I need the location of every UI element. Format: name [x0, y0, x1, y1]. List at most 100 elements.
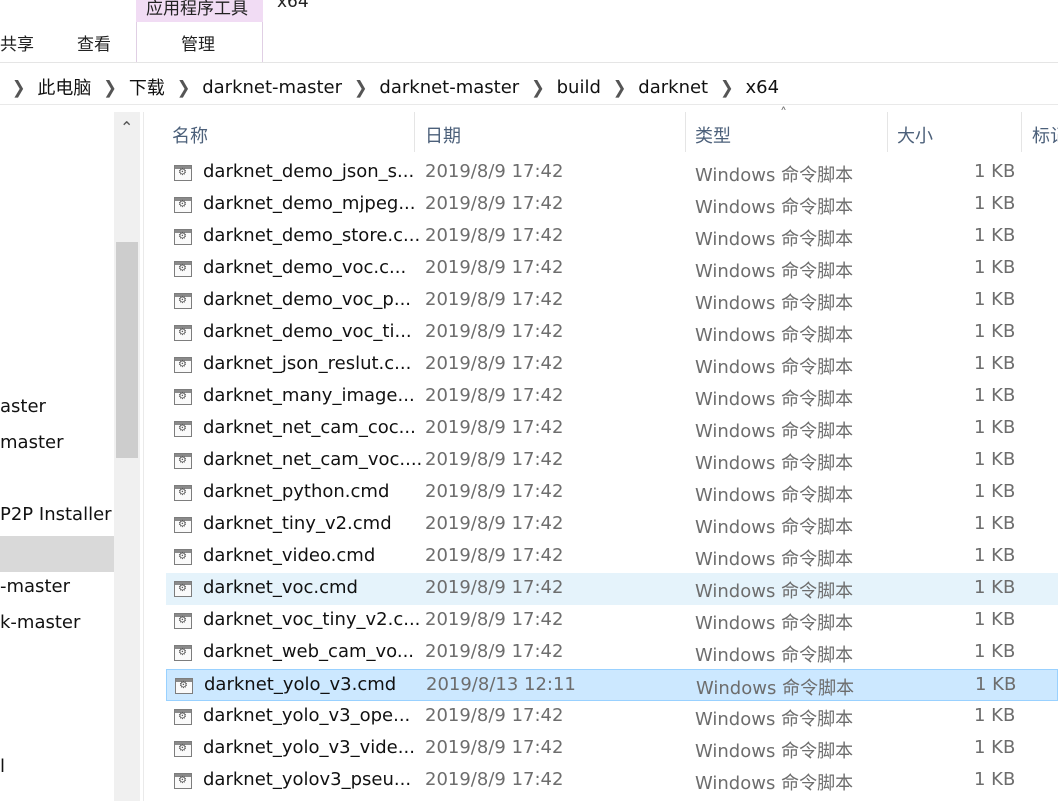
column-header-name[interactable]: 名称: [172, 122, 208, 148]
column-header-date[interactable]: 日期: [425, 122, 461, 148]
nav-item[interactable]: -master: [0, 576, 70, 597]
breadcrumb-item[interactable]: build: [557, 77, 601, 98]
chevron-right-icon[interactable]: ❯: [103, 77, 116, 98]
file-size: 1 KB: [974, 545, 1016, 566]
chevron-right-icon[interactable]: ❯: [177, 77, 190, 98]
nav-item[interactable]: k-master: [0, 612, 80, 633]
chevron-right-icon[interactable]: ❯: [613, 77, 626, 98]
file-size: 1 KB: [974, 385, 1016, 406]
file-name: darknet_demo_voc_p...: [203, 289, 412, 310]
file-name: darknet_voc.cmd: [203, 577, 358, 598]
breadcrumb-item[interactable]: darknet: [638, 77, 708, 98]
file-row[interactable]: darknet_python.cmd 2019/8/9 17:42 Windows …: [166, 477, 1058, 509]
file-date: 2019/8/9 17:42: [425, 321, 564, 342]
file-row[interactable]: darknet_yolo_v3_vide... 2019/8/9 17:42 Win…: [166, 733, 1058, 765]
file-row[interactable]: darknet_demo_voc_p... 2019/8/9 17:42 Windo…: [166, 285, 1058, 317]
file-row[interactable]: darknet_demo_json_s... 2019/8/9 17:42 Wind…: [166, 157, 1058, 189]
file-row[interactable]: darknet_web_cam_vo... 2019/8/9 17:42 Windo…: [166, 637, 1058, 669]
file-size: 1 KB: [974, 193, 1016, 214]
file-row[interactable]: darknet_voc.cmd 2019/8/9 17:42 Windows 命令脚…: [166, 573, 1058, 605]
file-name: darknet_yolov3_pseu...: [203, 769, 412, 790]
nav-item-selected[interactable]: master: [0, 432, 63, 453]
file-type: Windows 命令脚本: [695, 517, 854, 538]
file-size: 1 KB: [974, 609, 1016, 630]
script-file-icon: [174, 293, 192, 309]
column-divider[interactable]: [887, 112, 888, 152]
chevron-right-icon[interactable]: ❯: [531, 77, 544, 98]
chevron-right-icon[interactable]: ❯: [12, 77, 25, 98]
column-divider[interactable]: [1021, 112, 1022, 152]
file-date: 2019/8/9 17:42: [425, 449, 564, 470]
file-date: 2019/8/9 17:42: [425, 609, 564, 630]
script-file-icon: [174, 485, 192, 501]
file-type: Windows 命令脚本: [695, 197, 854, 218]
file-date: 2019/8/9 17:42: [425, 545, 564, 566]
tab-view[interactable]: 查看: [77, 30, 111, 55]
nav-item[interactable]: P2P Installer: [0, 504, 112, 525]
file-name: darknet_many_image...: [203, 385, 415, 406]
breadcrumb-item[interactable]: darknet-master: [379, 77, 519, 98]
file-type: Windows 命令脚本: [695, 165, 854, 186]
file-row[interactable]: darknet_json_reslut.c... 2019/8/9 17:42 Wi…: [166, 349, 1058, 381]
script-file-icon: [174, 197, 192, 213]
file-row[interactable]: darknet_demo_store.c...2019/8/9 17:42 Win…: [166, 221, 1058, 253]
file-type: Windows 命令脚本: [695, 741, 854, 762]
file-type: Windows 命令脚本: [695, 261, 854, 282]
breadcrumb-item[interactable]: x64: [746, 77, 780, 98]
file-row[interactable]: darknet_video.cmd 2019/8/9 17:42 Windows 命…: [166, 541, 1058, 573]
file-row[interactable]: darknet_demo_voc_ti... 2019/8/9 17:42 Wind…: [166, 317, 1058, 349]
nav-selection-highlight: [0, 536, 114, 572]
file-row[interactable]: darknet_tiny_v2.cmd 2019/8/9 17:42 Windows…: [166, 509, 1058, 541]
file-row[interactable]: darknet_net_cam_coc... 2019/8/9 17:42 Wind…: [166, 413, 1058, 445]
tab-manage[interactable]: 管理: [181, 30, 215, 55]
file-size: 1 KB: [974, 353, 1016, 374]
nav-scrollbar[interactable]: ⌃: [114, 112, 140, 801]
breadcrumb-item[interactable]: 下载: [129, 74, 165, 100]
file-date: 2019/8/9 17:42: [425, 257, 564, 278]
script-file-icon: [174, 325, 192, 341]
script-file-icon: [174, 421, 192, 437]
file-row[interactable]: darknet_yolo_v3_ope... 2019/8/9 17:42 Wind…: [166, 701, 1058, 733]
breadcrumb-item[interactable]: 此电脑: [37, 74, 91, 100]
file-row[interactable]: darknet_many_image... 2019/8/9 17:42 Windo…: [166, 381, 1058, 413]
nav-scrollbar-thumb[interactable]: [116, 242, 138, 458]
file-row[interactable]: darknet_yolo_v3.cmd 2019/8/13 12:11 Window…: [166, 669, 1058, 701]
file-size: 1 KB: [974, 577, 1016, 598]
pane-divider[interactable]: [143, 112, 144, 801]
chevron-right-icon[interactable]: ❯: [354, 77, 367, 98]
file-name: darknet_net_cam_coc...: [203, 417, 416, 438]
nav-item[interactable]: l: [0, 756, 5, 777]
file-type: Windows 命令脚本: [695, 421, 854, 442]
column-header-type[interactable]: 类型: [695, 122, 731, 148]
column-divider[interactable]: [685, 112, 686, 152]
breadcrumb-item[interactable]: darknet-master: [202, 77, 342, 98]
column-header-tags[interactable]: 标记: [1032, 122, 1058, 148]
file-size: 1 KB: [974, 513, 1016, 534]
file-row[interactable]: darknet_net_cam_voc....2019/8/9 17:42 Win…: [166, 445, 1058, 477]
column-divider[interactable]: [414, 112, 415, 152]
file-row[interactable]: darknet_demo_mjpeg... 2019/8/9 17:42 Windo…: [166, 189, 1058, 221]
script-file-icon: [174, 741, 192, 757]
file-type: Windows 命令脚本: [696, 678, 855, 699]
file-date: 2019/8/9 17:42: [425, 193, 564, 214]
file-row[interactable]: darknet_yolov3_pseu... 2019/8/9 17:42 Wind…: [166, 765, 1058, 797]
file-date: 2019/8/9 17:42: [425, 417, 564, 438]
file-name: darknet_demo_mjpeg...: [203, 193, 416, 214]
file-row[interactable]: darknet_demo_voc.c... 2019/8/9 17:42 Windo…: [166, 253, 1058, 285]
column-header-size[interactable]: 大小: [897, 122, 933, 148]
chevron-right-icon[interactable]: ❯: [720, 77, 733, 98]
ribbon: 应用程序工具 x64 共享 查看 管理: [0, 0, 1058, 63]
file-row[interactable]: darknet_voc_tiny_v2.c...2019/8/9 17:42 Wi…: [166, 605, 1058, 637]
tab-share[interactable]: 共享: [0, 30, 34, 55]
file-type: Windows 命令脚本: [695, 453, 854, 474]
file-size: 1 KB: [974, 417, 1016, 438]
nav-item[interactable]: aster: [0, 396, 46, 417]
file-date: 2019/8/13 12:11: [426, 674, 576, 695]
address-bar[interactable]: ❯ 此电脑 ❯ 下载 ❯ darknet-master ❯ darknet-ma…: [0, 70, 1058, 105]
file-name: darknet_yolo_v3.cmd: [204, 674, 397, 695]
chevron-up-icon[interactable]: ⌃: [120, 120, 133, 136]
file-list: darknet_demo_json_s... 2019/8/9 17:42 Wind…: [166, 157, 1058, 797]
file-type: Windows 命令脚本: [695, 613, 854, 634]
script-file-icon: [175, 678, 193, 694]
file-name: darknet_tiny_v2.cmd: [203, 513, 392, 534]
